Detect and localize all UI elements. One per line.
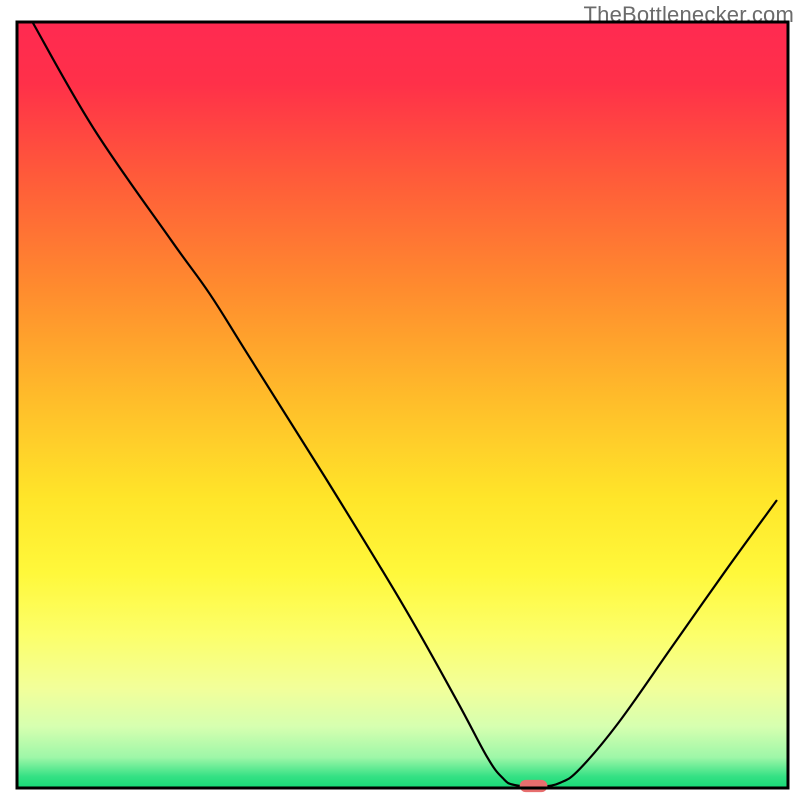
chart-svg <box>0 0 800 800</box>
optimal-marker <box>520 780 548 792</box>
bottleneck-chart: TheBottlenecker.com <box>0 0 800 800</box>
plot-background <box>17 22 788 788</box>
